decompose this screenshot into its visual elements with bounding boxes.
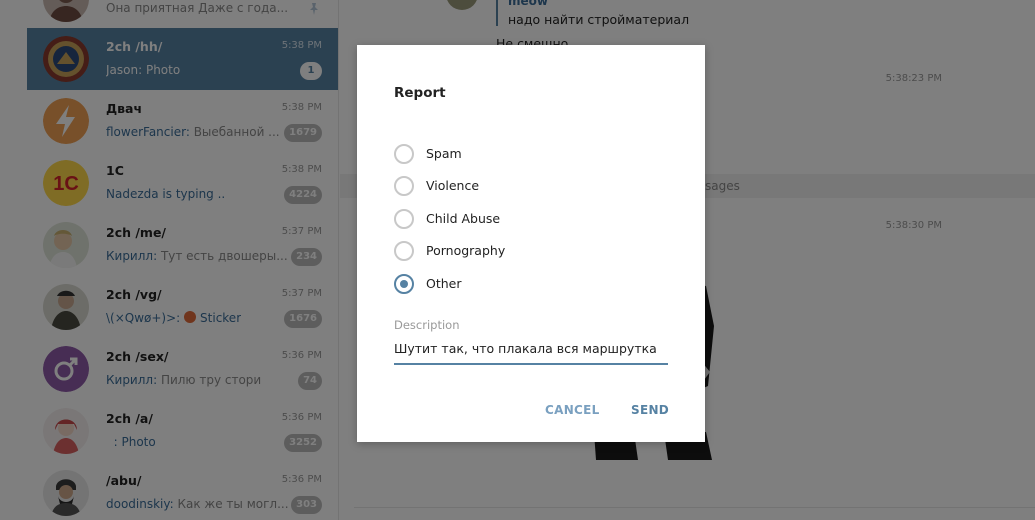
dialog-title: Report bbox=[394, 85, 446, 101]
radio-label: Child Abuse bbox=[426, 211, 501, 226]
radio-label: Other bbox=[426, 276, 462, 291]
description-input[interactable] bbox=[394, 337, 668, 365]
cancel-button[interactable]: CANCEL bbox=[545, 403, 600, 417]
radio-button[interactable] bbox=[394, 144, 414, 164]
radio-label: Spam bbox=[426, 146, 462, 161]
description-label: Description bbox=[394, 318, 460, 332]
radio-button[interactable] bbox=[394, 176, 414, 196]
radio-button-selected[interactable] bbox=[394, 274, 414, 294]
send-button[interactable]: SEND bbox=[631, 403, 669, 417]
radio-label: Violence bbox=[426, 178, 480, 193]
radio-label: Pornography bbox=[426, 243, 506, 258]
radio-button[interactable] bbox=[394, 241, 414, 261]
report-dialog: Report Spam Violence Child Abuse Pornogr… bbox=[357, 45, 705, 442]
radio-button[interactable] bbox=[394, 209, 414, 229]
